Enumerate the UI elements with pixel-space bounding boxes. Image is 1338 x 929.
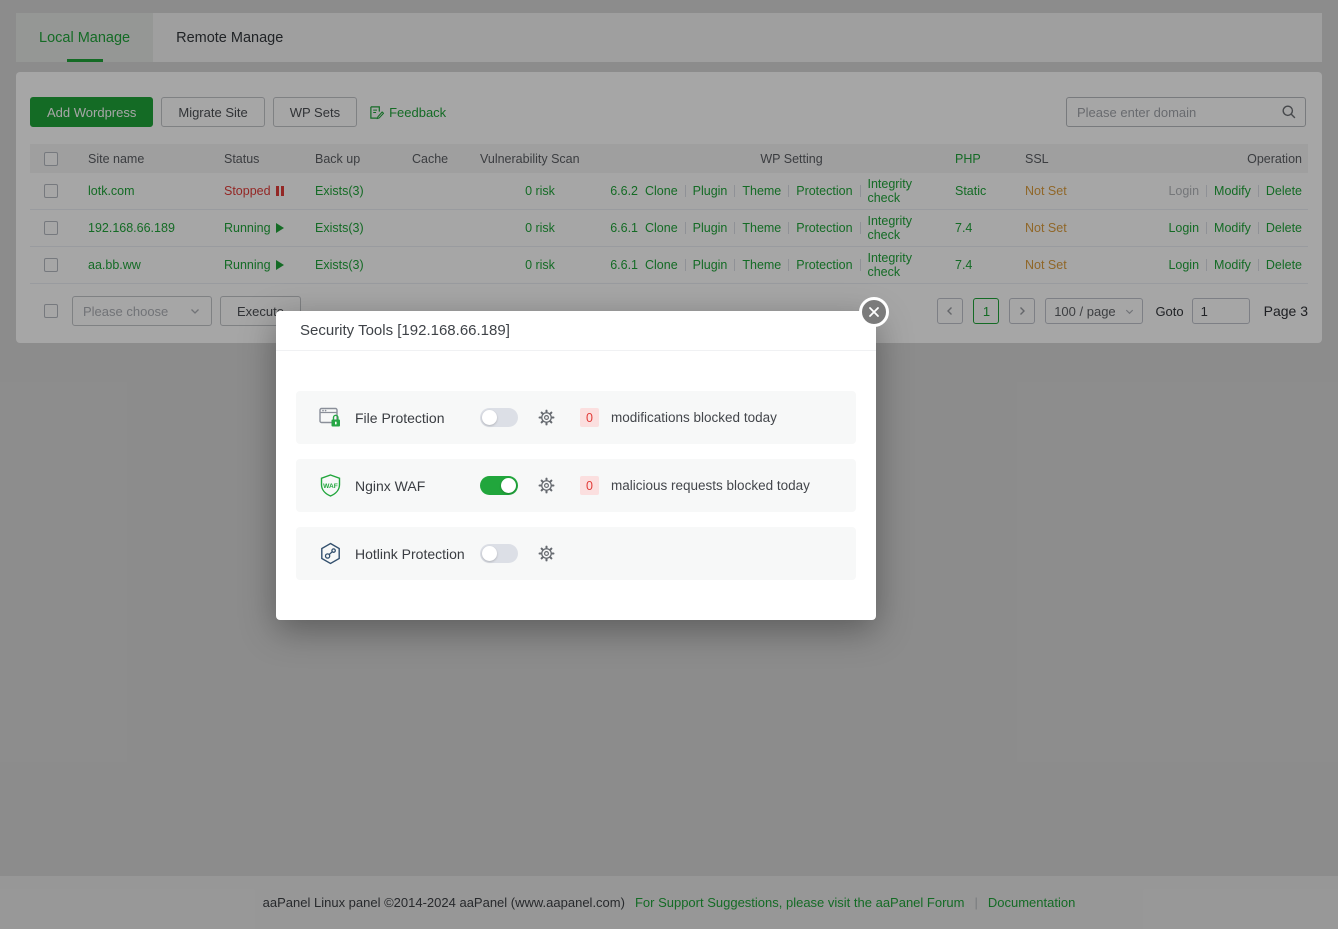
- svg-text:WAF: WAF: [323, 483, 338, 490]
- waf-shield-icon: WAF: [318, 473, 343, 498]
- gear-icon[interactable]: [537, 408, 556, 427]
- tool-label: File Protection: [355, 410, 480, 426]
- security-tool-row-file-protection: File Protection 0 modifications blocked …: [296, 391, 856, 444]
- tool-label: Nginx WAF: [355, 478, 480, 494]
- security-tools-modal: Security Tools [192.168.66.189] File Pro…: [276, 311, 876, 620]
- hotlink-icon: [318, 541, 343, 566]
- file-protection-toggle[interactable]: [480, 408, 518, 427]
- blocked-count-badge: 0: [580, 408, 599, 427]
- close-button[interactable]: [859, 297, 889, 327]
- blocked-count-badge: 0: [580, 476, 599, 495]
- close-icon: [868, 306, 880, 318]
- gear-icon[interactable]: [537, 544, 556, 563]
- tool-description: modifications blocked today: [611, 410, 777, 425]
- security-tool-row-hotlink-protection: Hotlink Protection: [296, 527, 856, 580]
- tool-label: Hotlink Protection: [355, 546, 480, 562]
- gear-icon[interactable]: [537, 476, 556, 495]
- file-protection-icon: [318, 405, 343, 430]
- app-root: Local Manage Remote Manage Add Wordpress…: [0, 0, 1338, 929]
- security-tool-row-nginx-waf: WAF Nginx WAF 0 malicious requests block…: [296, 459, 856, 512]
- hotlink-protection-toggle[interactable]: [480, 544, 518, 563]
- modal-title: Security Tools [192.168.66.189]: [276, 311, 876, 351]
- tool-description: malicious requests blocked today: [611, 478, 810, 493]
- nginx-waf-toggle[interactable]: [480, 476, 518, 495]
